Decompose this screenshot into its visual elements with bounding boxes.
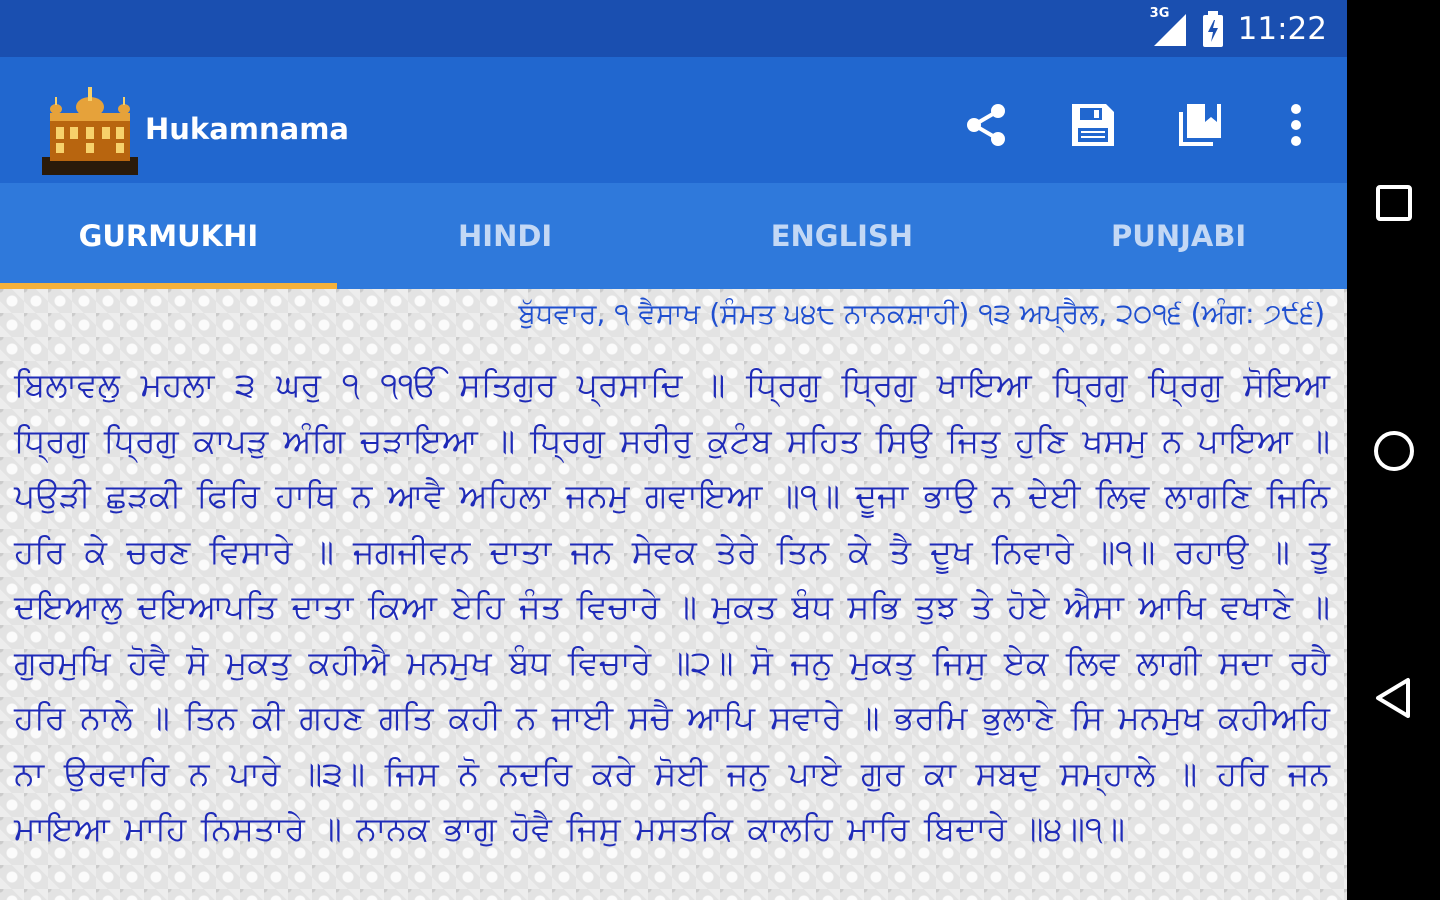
hukamnama-date: ਬੁੱਧਵਾਰ, ੧ ਵੈਸਾਖ (ਸੰਮਤ ੫੪੮ ਨਾਨਕਸ਼ਾਹੀ) ੧੩… [518, 297, 1325, 330]
app-title: Hukamnama [145, 112, 349, 146]
home-button[interactable] [1369, 426, 1419, 476]
tab-punjabi[interactable]: PUNJABI [1010, 183, 1347, 289]
status-icons: 3G 11:22 [1150, 6, 1327, 50]
tab-english[interactable]: ENGLISH [674, 183, 1011, 289]
golden-temple-logo[interactable] [42, 79, 138, 175]
recents-icon [1376, 185, 1412, 221]
network-type-label: 3G [1149, 6, 1170, 21]
save-button[interactable] [1065, 97, 1121, 153]
more-vert-icon [1291, 104, 1301, 146]
signal-3g-icon: 3G [1150, 6, 1188, 48]
tab-gurmukhi[interactable]: GURMUKHI [0, 183, 337, 289]
back-icon [1376, 678, 1410, 718]
back-button[interactable] [1369, 673, 1419, 723]
share-icon [967, 104, 1005, 146]
language-tabs: GURMUKHI HINDI ENGLISH PUNJABI [0, 183, 1347, 289]
copy-icon [1179, 104, 1221, 146]
tab-hindi[interactable]: HINDI [337, 183, 674, 289]
recents-button[interactable] [1369, 178, 1419, 228]
home-icon [1374, 431, 1414, 471]
status-bar: 3G 11:22 [0, 0, 1347, 57]
hukamnama-app: 3G 11:22 Hukamnama GURMUKHI HINDI ENGLIS… [0, 0, 1347, 900]
tab-gurmukhi-label: GURMUKHI [78, 219, 259, 253]
tab-english-label: ENGLISH [770, 219, 914, 253]
tab-punjabi-label: PUNJABI [1111, 219, 1247, 253]
more-options-button[interactable] [1268, 97, 1324, 153]
tab-hindi-label: HINDI [458, 219, 553, 253]
hukamnama-content[interactable]: ਬੁੱਧਵਾਰ, ੧ ਵੈਸਾਖ (ਸੰਮਤ ੫੪੮ ਨਾਨਕਸ਼ਾਹੀ) ੧੩… [0, 289, 1347, 900]
save-icon [1072, 104, 1114, 146]
app-toolbar: Hukamnama [0, 57, 1347, 183]
gurbani-text: ਬਿਲਾਵਲੁ ਮਹਲਾ ੩ ਘਰੁ ੧ ੧ੴ ਸਤਿਗੁਰ ਪ੍ਰਸਾਦਿ ॥… [14, 365, 1330, 848]
copy-button[interactable] [1172, 97, 1228, 153]
share-button[interactable] [958, 97, 1014, 153]
system-nav-bar [1347, 0, 1440, 900]
status-time: 11:22 [1237, 11, 1327, 47]
battery-charging-icon [1202, 10, 1224, 48]
